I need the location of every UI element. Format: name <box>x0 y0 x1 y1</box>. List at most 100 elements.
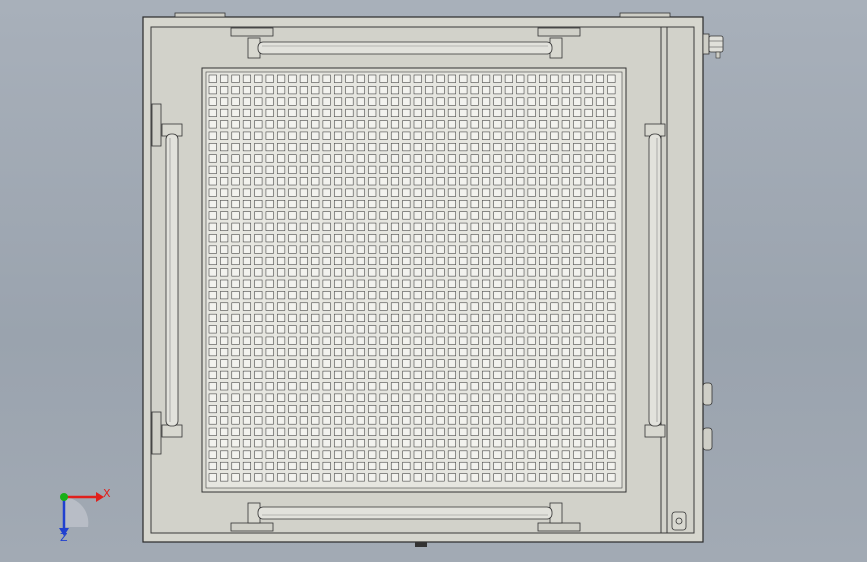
panel-hole <box>561 154 570 163</box>
panel-hole <box>220 200 229 209</box>
panel-hole <box>459 450 468 459</box>
panel-hole <box>322 245 331 254</box>
panel-hole <box>459 370 468 379</box>
panel-hole <box>584 348 593 357</box>
panel-hole <box>573 188 582 197</box>
panel-hole <box>504 211 513 220</box>
panel-hole <box>516 313 525 322</box>
panel-hole <box>208 97 217 106</box>
panel-hole <box>368 473 377 482</box>
panel-hole <box>527 279 536 288</box>
panel-hole <box>322 211 331 220</box>
panel-hole <box>242 131 251 140</box>
panel-hole <box>402 313 411 322</box>
panel-hole <box>345 302 354 311</box>
panel-hole <box>584 165 593 174</box>
panel-hole <box>220 97 229 106</box>
panel-hole <box>436 416 445 425</box>
panel-hole <box>299 108 308 117</box>
panel-hole <box>242 211 251 220</box>
panel-hole <box>231 370 240 379</box>
y-axis-origin <box>60 493 68 501</box>
panel-hole <box>220 74 229 83</box>
panel-hole <box>493 450 502 459</box>
panel-hole <box>368 188 377 197</box>
panel-hole <box>470 74 479 83</box>
panel-hole <box>459 291 468 300</box>
panel-hole <box>516 427 525 436</box>
panel-hole <box>550 234 559 243</box>
panel-hole <box>595 245 605 254</box>
panel-hole <box>379 256 388 266</box>
panel-hole <box>265 97 274 106</box>
panel-hole <box>550 120 559 129</box>
panel-hole <box>550 348 559 357</box>
panel-hole <box>254 154 263 163</box>
panel-hole <box>607 325 616 334</box>
panel-hole <box>368 359 377 368</box>
panel-hole <box>459 108 468 117</box>
panel-hole <box>242 405 251 414</box>
panel-hole <box>322 461 331 471</box>
panel-hole <box>447 461 456 471</box>
panel-hole <box>607 382 616 391</box>
panel-hole <box>356 154 365 163</box>
panel-hole <box>402 165 411 174</box>
panel-hole <box>254 279 263 288</box>
panel-hole <box>595 416 605 425</box>
panel-hole <box>368 154 377 163</box>
panel-hole <box>504 405 513 414</box>
panel-hole <box>584 382 593 391</box>
panel-hole <box>425 382 434 391</box>
panel-hole <box>595 370 605 379</box>
panel-hole <box>334 211 343 220</box>
panel-hole <box>220 165 229 174</box>
panel-hole <box>413 211 422 220</box>
panel-hole <box>459 143 468 152</box>
panel-hole <box>390 86 400 95</box>
panel-hole <box>493 256 502 266</box>
panel-hole <box>459 131 468 140</box>
panel-hole <box>539 370 548 379</box>
panel-hole <box>425 256 434 266</box>
panel-hole <box>584 450 593 459</box>
panel-hole <box>550 291 559 300</box>
panel-hole <box>447 154 456 163</box>
panel-hole <box>390 336 400 345</box>
panel-hole <box>573 450 582 459</box>
panel-hole <box>277 405 286 414</box>
panel-hole <box>379 108 388 117</box>
panel-hole <box>311 393 320 402</box>
panel-hole <box>288 348 297 357</box>
panel-hole <box>561 336 570 345</box>
panel-hole <box>447 382 456 391</box>
panel-hole <box>504 370 513 379</box>
panel-hole <box>322 200 331 209</box>
panel-hole <box>208 131 217 140</box>
panel-hole <box>288 120 297 129</box>
panel-hole <box>334 165 343 174</box>
panel-hole <box>447 86 456 95</box>
panel-hole <box>595 359 605 368</box>
panel-hole <box>584 279 593 288</box>
panel-hole <box>493 359 502 368</box>
panel-hole <box>345 279 354 288</box>
cad-viewport[interactable]: X Z <box>0 0 867 562</box>
panel-hole <box>254 336 263 345</box>
panel-hole <box>527 325 536 334</box>
panel-hole <box>550 268 559 277</box>
panel-hole <box>539 234 548 243</box>
panel-hole <box>379 370 388 379</box>
panel-hole <box>220 245 229 254</box>
panel-hole <box>413 348 422 357</box>
panel-hole <box>334 74 343 83</box>
panel-hole <box>607 461 616 471</box>
panel-hole <box>231 461 240 471</box>
panel-hole <box>470 86 479 95</box>
panel-hole <box>527 86 536 95</box>
panel-hole <box>254 211 263 220</box>
panel-hole <box>208 154 217 163</box>
panel-hole <box>573 313 582 322</box>
panel-hole <box>561 86 570 95</box>
panel-hole <box>482 393 491 402</box>
